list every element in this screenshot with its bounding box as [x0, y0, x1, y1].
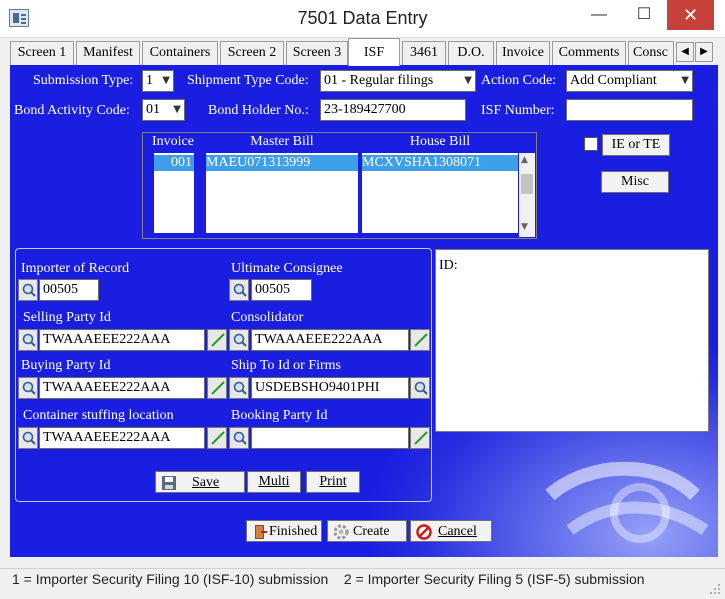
save-label: Save: [192, 475, 220, 490]
floppy-disk-icon: [162, 476, 176, 490]
tab-invoice[interactable]: Invoice: [496, 41, 550, 65]
shipment-type-label: Shipment Type Code:: [187, 73, 309, 88]
bond-holder-label: Bond Holder No.:: [208, 103, 309, 118]
consignee-input[interactable]: 00505: [251, 279, 312, 301]
background-logo-icon: [545, 461, 709, 543]
stuffing-location-search-icon[interactable]: [18, 427, 38, 449]
consolidator-edit-icon[interactable]: [410, 329, 430, 351]
tab-manifest[interactable]: Manifest: [76, 41, 140, 65]
selling-party-label: Selling Party Id: [23, 310, 111, 325]
grid-header-house-bill: House Bill: [409, 134, 471, 149]
stuffing-location-edit-icon[interactable]: [207, 427, 227, 449]
booking-party-edit-icon[interactable]: [410, 427, 430, 449]
close-button[interactable]: ✕: [667, 0, 714, 30]
action-code-select[interactable]: Add Compliant ▼: [566, 70, 693, 92]
finished-button[interactable]: Finished: [246, 520, 322, 542]
chevron-down-icon: ▼: [173, 104, 181, 115]
importer-search-icon[interactable]: [18, 279, 38, 301]
booking-party-search-icon[interactable]: [229, 427, 249, 449]
finished-label: Finished: [269, 524, 318, 539]
action-code-label: Action Code:: [481, 73, 557, 88]
tab-containers[interactable]: Containers: [142, 41, 218, 65]
tab-consc[interactable]: Consc: [628, 41, 674, 65]
selling-party-search-icon[interactable]: [18, 329, 38, 351]
buying-party-input[interactable]: TWAAAEEE222AAA: [39, 377, 205, 399]
buying-party-edit-icon[interactable]: [207, 377, 227, 399]
tab-isf[interactable]: ISF: [348, 38, 400, 66]
ship-to-lookup-icon[interactable]: [410, 377, 430, 399]
id-label: ID:: [439, 258, 458, 273]
print-label: Print: [319, 474, 347, 489]
booking-party-label: Booking Party Id: [231, 408, 328, 423]
bond-activity-select[interactable]: 01 ▼: [142, 99, 185, 121]
cancel-label: Cancel: [438, 524, 477, 539]
tab-3461[interactable]: 3461: [402, 41, 446, 65]
cancel-icon: [416, 524, 432, 540]
exit-door-icon: [255, 525, 267, 539]
ship-to-search-icon[interactable]: [229, 377, 249, 399]
multi-label: Multi: [258, 474, 290, 489]
ie-te-button[interactable]: IE or TE: [602, 134, 670, 156]
submission-type-select[interactable]: 1 ▼: [142, 70, 174, 92]
consolidator-search-icon[interactable]: [229, 329, 249, 351]
status-text: 1 = Importer Security Filing 10 (ISF-10)…: [12, 571, 645, 587]
scroll-up-icon[interactable]: ▲: [521, 155, 528, 165]
consolidator-input[interactable]: TWAAAEEE222AAA: [251, 329, 409, 351]
tab-screen-3[interactable]: Screen 3: [286, 41, 348, 65]
bond-activity-label: Bond Activity Code:: [14, 103, 130, 118]
tab-do[interactable]: D.O.: [448, 41, 494, 65]
ship-to-label: Ship To Id or Firms: [231, 358, 341, 373]
multi-button[interactable]: Multi: [247, 471, 301, 493]
grid-header-invoice: Invoice: [152, 134, 194, 149]
tab-comments[interactable]: Comments: [552, 41, 626, 65]
chevron-down-icon: ▼: [464, 75, 472, 86]
misc-button[interactable]: Misc: [601, 171, 669, 193]
tab-screen-1[interactable]: Screen 1: [10, 41, 74, 65]
booking-party-input[interactable]: [251, 427, 409, 449]
create-button[interactable]: Create: [327, 520, 407, 542]
gear-icon: [333, 524, 349, 540]
chevron-down-icon: ▼: [681, 75, 689, 86]
submission-type-label: Submission Type:: [33, 73, 134, 88]
maximize-button[interactable]: ☐: [622, 0, 666, 30]
consignee-label: Ultimate Consignee: [231, 261, 343, 276]
cancel-button[interactable]: Cancel: [410, 520, 492, 542]
ie-te-checkbox[interactable]: [584, 137, 598, 151]
create-label: Create: [353, 524, 390, 539]
importer-input[interactable]: 00505: [39, 279, 99, 301]
consignee-search-icon[interactable]: [229, 279, 249, 301]
selling-party-edit-icon[interactable]: [207, 329, 227, 351]
bond-holder-input[interactable]: 23-189427700: [320, 99, 466, 121]
stuffing-location-label: Container stuffing location: [23, 408, 174, 423]
buying-party-search-icon[interactable]: [18, 377, 38, 399]
chevron-down-icon: ▼: [162, 75, 170, 86]
resize-grip-icon[interactable]: [708, 582, 722, 596]
scroll-down-icon[interactable]: ▼: [521, 222, 528, 232]
importer-label: Importer of Record: [21, 261, 130, 276]
tab-screen-2[interactable]: Screen 2: [220, 41, 284, 65]
grid-header-master-bill: Master Bill: [250, 134, 314, 149]
grid-scroll-thumb[interactable]: [521, 174, 533, 194]
grid-cell-invoice[interactable]: 001: [154, 155, 194, 171]
buying-party-label: Buying Party Id: [21, 358, 111, 373]
selling-party-input[interactable]: TWAAAEEE222AAA: [39, 329, 205, 351]
grid-cell-house-bill[interactable]: MCXVSHA1308071: [362, 155, 518, 171]
isf-number-label: ISF Number:: [481, 103, 555, 118]
print-button[interactable]: Print: [306, 471, 360, 493]
grid-cell-master-bill[interactable]: MAEU071313999: [206, 155, 358, 171]
isf-number-input[interactable]: [566, 99, 693, 121]
tab-scroll-right-icon[interactable]: ▶: [695, 42, 713, 62]
consolidator-label: Consolidator: [231, 310, 304, 325]
tab-scroll-left-icon[interactable]: ◀: [676, 42, 694, 62]
stuffing-location-input[interactable]: TWAAAEEE222AAA: [39, 427, 205, 449]
minimize-button[interactable]: —: [577, 0, 621, 30]
id-text-area[interactable]: [435, 249, 709, 432]
save-button[interactable]: Save: [155, 471, 245, 493]
shipment-type-select[interactable]: 01 - Regular filings ▼: [320, 70, 476, 92]
ship-to-input[interactable]: USDEBSHO9401PHI: [251, 377, 409, 399]
